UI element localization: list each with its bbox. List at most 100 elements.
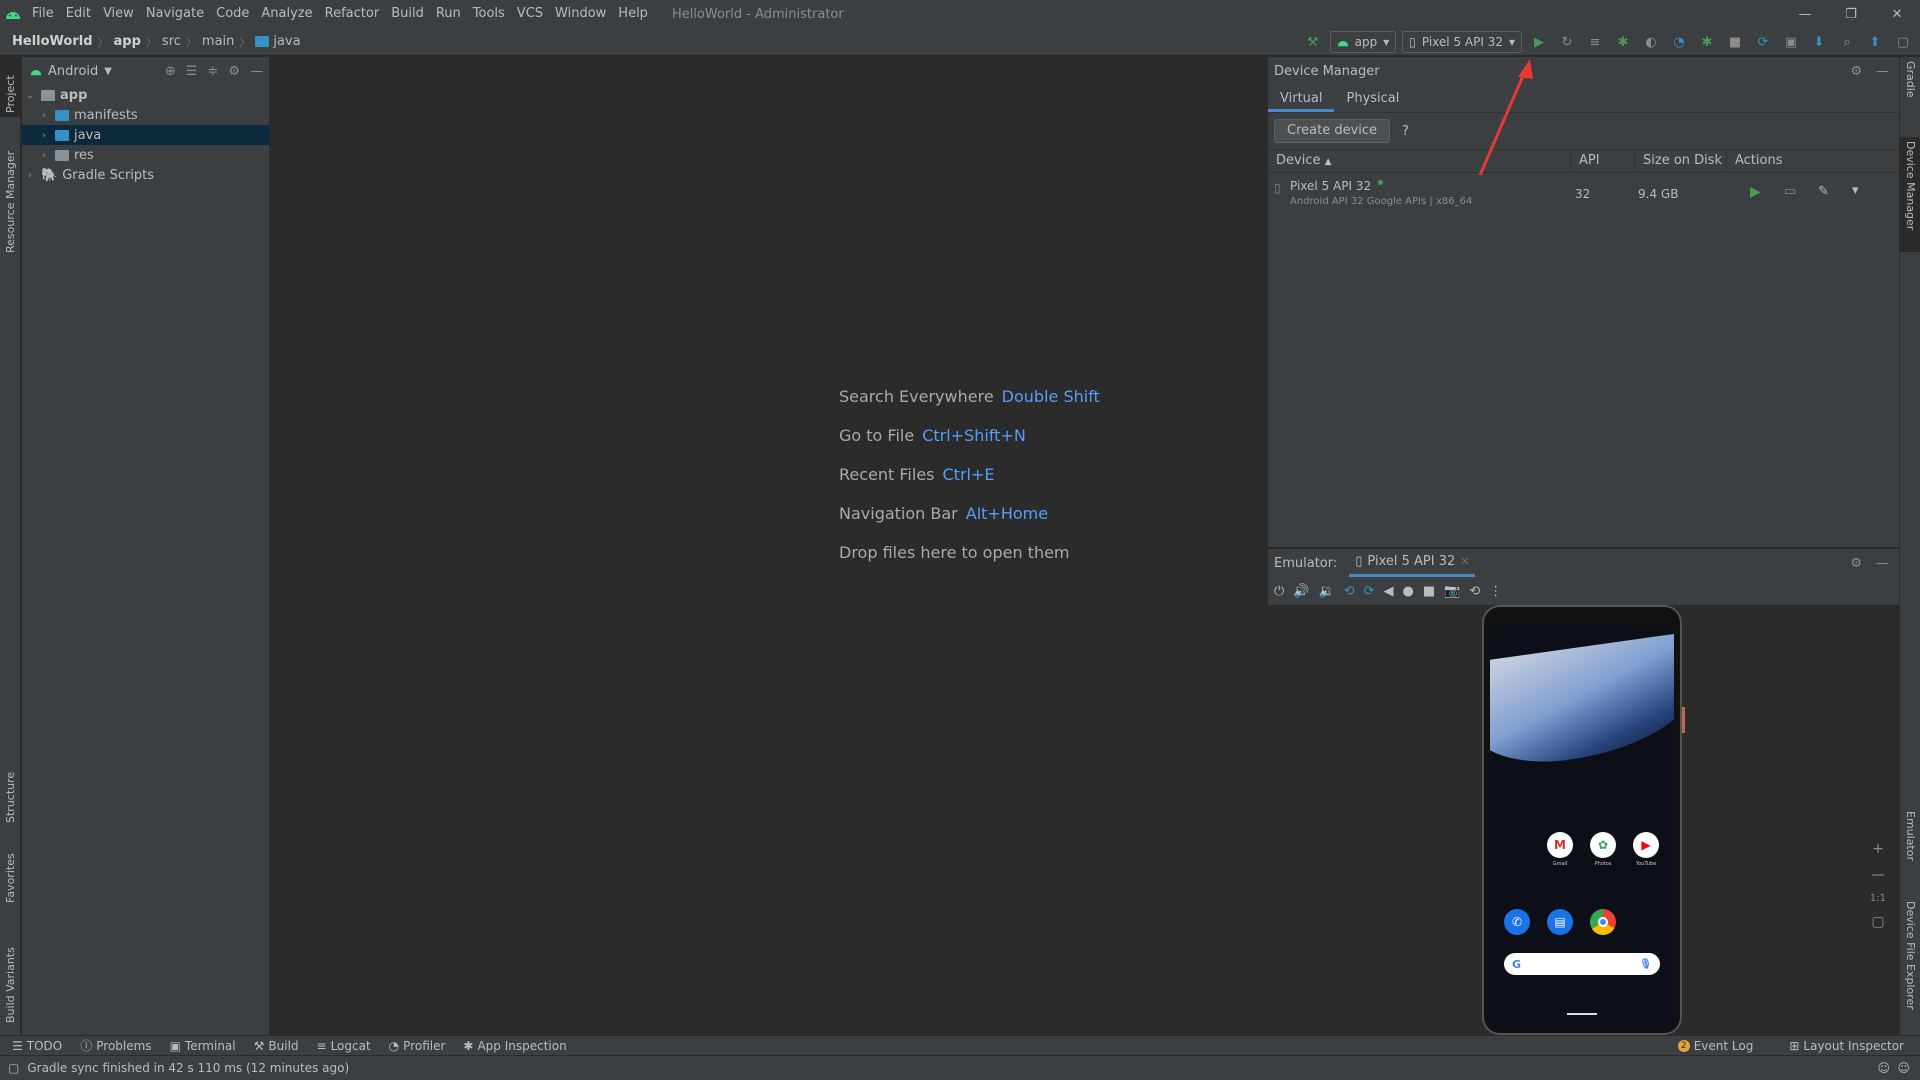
- tool-profiler[interactable]: ◔ Profiler: [389, 1039, 446, 1053]
- breadcrumb-module[interactable]: app: [114, 34, 141, 49]
- phone-screen[interactable]: M Gmail ✿ Photos ▶ YouTube ✆ ▤ G 🎙: [1490, 627, 1674, 1027]
- tool-terminal[interactable]: ▣ Terminal: [170, 1039, 236, 1053]
- tab-device-file-explorer[interactable]: Device File Explorer: [1900, 897, 1920, 1027]
- sdk-manager-icon[interactable]: ⬇: [1808, 31, 1830, 53]
- tool-todo[interactable]: ☰ TODO: [12, 1039, 62, 1053]
- avatar-icon[interactable]: ▢: [1892, 31, 1914, 53]
- snapshot-icon[interactable]: ⟲: [1469, 584, 1480, 599]
- tree-item-res[interactable]: › res: [22, 145, 269, 165]
- menu-run[interactable]: Run: [430, 0, 467, 28]
- tree-item-app[interactable]: ⌄ app: [22, 85, 269, 105]
- expand-all-icon[interactable]: ☰: [186, 64, 198, 79]
- status-message[interactable]: Gradle sync finished in 42 s 110 ms (12 …: [27, 1061, 349, 1075]
- more-icon[interactable]: ⋮: [1489, 584, 1502, 599]
- smiley-icon[interactable]: ☺: [1877, 1061, 1890, 1075]
- debug-icon[interactable]: ✱: [1612, 31, 1634, 53]
- gear-icon[interactable]: ⚙: [1850, 64, 1862, 79]
- menu-view[interactable]: View: [97, 0, 140, 28]
- back-icon[interactable]: ◀: [1383, 584, 1393, 599]
- column-api[interactable]: API: [1571, 149, 1635, 173]
- tool-event-log[interactable]: 2 Event Log: [1677, 1039, 1753, 1053]
- coverage-icon[interactable]: ◐: [1640, 31, 1662, 53]
- menu-help[interactable]: Help: [612, 0, 654, 28]
- youtube-icon[interactable]: ▶: [1633, 832, 1659, 858]
- menu-navigate[interactable]: Navigate: [140, 0, 210, 28]
- tab-build-variants[interactable]: Build Variants: [0, 927, 21, 1027]
- hide-icon[interactable]: —: [1876, 556, 1889, 571]
- volume-up-icon[interactable]: 🔊: [1293, 584, 1309, 599]
- tab-device-manager[interactable]: Device Manager: [1900, 137, 1920, 252]
- chrome-icon[interactable]: [1590, 909, 1616, 935]
- emulator-tab[interactable]: ▯ Pixel 5 API 32 ✕: [1349, 549, 1476, 577]
- photos-icon[interactable]: ✿: [1590, 832, 1616, 858]
- breadcrumb-java[interactable]: java: [273, 34, 300, 49]
- create-device-button[interactable]: Create device: [1274, 119, 1391, 143]
- folder-open-icon[interactable]: ▭: [1784, 184, 1796, 199]
- tab-resource-manager[interactable]: Resource Manager: [0, 137, 21, 257]
- feedback-icon[interactable]: ☺: [1897, 1061, 1910, 1075]
- menu-analyze[interactable]: Analyze: [255, 0, 318, 28]
- project-view-selector[interactable]: Android: [48, 64, 98, 79]
- update-icon[interactable]: ⬆: [1864, 31, 1886, 53]
- tab-gradle[interactable]: Gradle: [1900, 57, 1920, 127]
- apply-changes-icon[interactable]: ↻: [1556, 31, 1578, 53]
- table-row[interactable]: ▯ Pixel 5 API 32 Android API 32 Google A…: [1268, 173, 1899, 215]
- messages-icon[interactable]: ▤: [1547, 909, 1573, 935]
- tool-problems[interactable]: ⓘ Problems: [80, 1037, 151, 1054]
- apply-code-changes-icon[interactable]: ≡: [1584, 31, 1606, 53]
- emulator-display[interactable]: M Gmail ✿ Photos ▶ YouTube ✆ ▤ G 🎙 + — 1…: [1268, 605, 1900, 1036]
- gear-icon[interactable]: ⚙: [1850, 556, 1862, 571]
- rotate-left-icon[interactable]: ⟲: [1344, 584, 1355, 599]
- camera-icon[interactable]: 📷: [1444, 584, 1460, 599]
- tool-build[interactable]: ⚒ Build: [254, 1039, 299, 1053]
- chevron-right-icon[interactable]: ›: [38, 150, 50, 161]
- menu-build[interactable]: Build: [385, 0, 430, 28]
- zoom-out-icon[interactable]: —: [1871, 867, 1885, 883]
- device-manager-icon[interactable]: ▣: [1780, 31, 1802, 53]
- column-actions[interactable]: Actions: [1727, 149, 1899, 173]
- edit-pencil-icon[interactable]: ✎: [1818, 184, 1829, 199]
- breadcrumb-src[interactable]: src: [162, 34, 181, 49]
- tab-project[interactable]: Project: [0, 57, 21, 117]
- tab-structure[interactable]: Structure: [0, 757, 21, 827]
- tab-virtual[interactable]: Virtual: [1268, 85, 1335, 112]
- tree-item-gradle-scripts[interactable]: › 🐘 Gradle Scripts: [22, 165, 269, 185]
- tree-item-manifests[interactable]: › manifests: [22, 105, 269, 125]
- menu-edit[interactable]: Edit: [60, 0, 97, 28]
- mic-icon[interactable]: 🎙: [1639, 959, 1652, 970]
- device-selector[interactable]: ▯ Pixel 5 API 32 ▾: [1402, 31, 1522, 53]
- tool-app-inspection[interactable]: ✱ App Inspection: [463, 1039, 566, 1053]
- sync-gradle-icon[interactable]: ⟳: [1752, 31, 1774, 53]
- tab-emulator[interactable]: Emulator: [1900, 807, 1920, 887]
- google-search-bar[interactable]: G 🎙: [1504, 953, 1660, 975]
- profiler-icon[interactable]: ◔: [1668, 31, 1690, 53]
- rotate-right-icon[interactable]: ⟳: [1364, 584, 1375, 599]
- breadcrumb-main[interactable]: main: [202, 34, 234, 49]
- stop-icon[interactable]: ■: [1724, 31, 1746, 53]
- search-icon[interactable]: ⌕: [1836, 31, 1858, 53]
- tool-layout-inspector[interactable]: ⊞ Layout Inspector: [1789, 1039, 1904, 1053]
- more-actions-icon[interactable]: ▾: [1852, 183, 1859, 198]
- locate-icon[interactable]: ⊕: [165, 64, 176, 79]
- tree-item-java[interactable]: › java: [22, 125, 269, 145]
- hide-icon[interactable]: —: [1876, 64, 1889, 79]
- collapse-all-icon[interactable]: ≑: [207, 64, 218, 79]
- maximize-button[interactable]: ❐: [1828, 0, 1874, 28]
- phone-app-icon[interactable]: ✆: [1504, 909, 1530, 935]
- launch-icon[interactable]: ▶: [1750, 184, 1761, 200]
- chevron-right-icon[interactable]: ›: [38, 130, 50, 141]
- hammer-build-icon[interactable]: ⚒: [1302, 31, 1324, 53]
- column-size[interactable]: Size on Disk: [1635, 149, 1727, 173]
- gear-icon[interactable]: ⚙: [228, 64, 240, 79]
- menu-code[interactable]: Code: [210, 0, 255, 28]
- run-config-selector[interactable]: app ▾: [1329, 31, 1397, 53]
- chevron-down-icon[interactable]: ▼: [104, 66, 112, 77]
- hide-icon[interactable]: —: [250, 64, 263, 79]
- menu-file[interactable]: File: [26, 0, 60, 28]
- close-tab-icon[interactable]: ✕: [1460, 555, 1469, 568]
- run-icon[interactable]: ▶: [1528, 31, 1550, 53]
- tool-logcat[interactable]: ≡ Logcat: [317, 1039, 371, 1053]
- help-button[interactable]: ?: [1402, 124, 1409, 139]
- status-toggle-icon[interactable]: ▢: [8, 1061, 19, 1075]
- menu-window[interactable]: Window: [549, 0, 612, 28]
